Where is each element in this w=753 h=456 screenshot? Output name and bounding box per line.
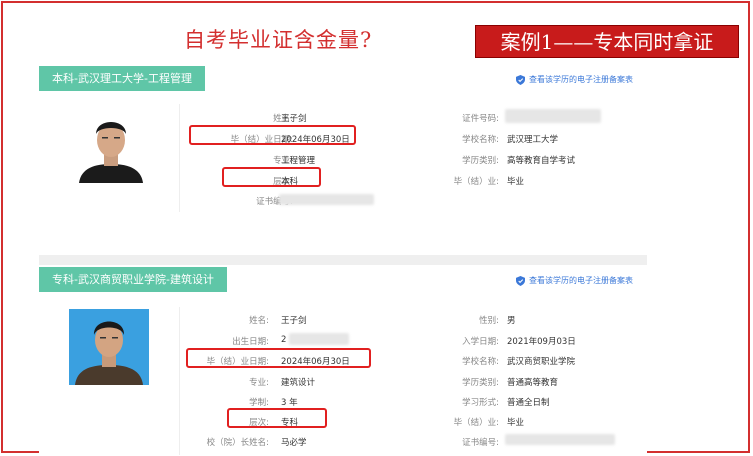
record-tab-bachelor[interactable]: 本科-武汉理工大学-工程管理: [39, 66, 205, 91]
type-value: 普通高等教育: [507, 378, 559, 388]
type-value: 高等教育自学考试: [507, 156, 576, 166]
cert-no-label: 证书编号:: [256, 197, 293, 207]
record-card-associate: 专科-武汉商贸职业学院-建筑设计 查看该学历的电子注册备案表 姓名: 王子剑 出…: [39, 267, 647, 456]
verify-link[interactable]: 查看该学历的电子注册备案表: [516, 275, 633, 286]
record-card-bachelor: 本科-武汉理工大学-工程管理 查看该学历的电子注册备案表 姓名: 王子剑 毕（结…: [39, 66, 647, 259]
length-value: 3 年: [281, 398, 298, 408]
school-label: 学校名称:: [462, 357, 499, 367]
name-label: 姓名:: [249, 316, 269, 326]
status-label: 毕（结）业:: [453, 177, 499, 187]
redacted-birth: [289, 333, 349, 345]
verify-link-label: 查看该学历的电子注册备案表: [529, 75, 633, 84]
record-tab-associate[interactable]: 专科-武汉商贸职业学院-建筑设计: [39, 267, 227, 292]
redacted-cert-no: [279, 194, 374, 205]
mode-value: 普通全日制: [507, 398, 550, 408]
gender-value: 男: [507, 316, 516, 326]
case-banner: 案例1——专本同时拿证: [475, 25, 739, 58]
student-photo: [69, 309, 149, 385]
highlight-level: [222, 167, 321, 187]
name-value: 王子剑: [281, 316, 307, 326]
president-value: 马必学: [281, 438, 307, 448]
redacted-cert-no: [505, 434, 615, 445]
student-photo: [71, 110, 151, 183]
redacted-id: [505, 109, 601, 123]
verify-link-label: 查看该学历的电子注册备案表: [529, 276, 633, 285]
highlight-level: [227, 408, 327, 428]
status-label: 毕（结）业:: [453, 418, 499, 428]
id-label: 证件号码:: [462, 114, 499, 124]
birth-label: 出生日期:: [232, 337, 269, 347]
shield-icon: [516, 74, 525, 85]
birth-value: 2: [281, 335, 287, 345]
status-value: 毕业: [507, 177, 525, 187]
card-separator: [39, 255, 647, 265]
name-value: 王子剑: [281, 114, 307, 124]
highlight-grad-date: [186, 348, 371, 368]
length-label: 学制:: [249, 398, 269, 408]
school-value: 武汉理工大学: [507, 135, 559, 145]
gender-label: 性别:: [479, 316, 499, 326]
status-value: 毕业: [507, 418, 525, 428]
major-value: 建筑设计: [281, 378, 316, 388]
school-label: 学校名称:: [462, 135, 499, 145]
enroll-label: 入学日期:: [462, 337, 499, 347]
major-label: 专业:: [249, 378, 269, 388]
type-label: 学历类别:: [462, 156, 499, 166]
headline: 自考毕业证含金量?: [184, 28, 373, 52]
president-label: 校（院）长姓名:: [206, 438, 269, 448]
name-label: 姓名:: [273, 114, 293, 124]
shield-icon: [516, 275, 525, 286]
mode-label: 学习形式:: [462, 398, 499, 408]
enroll-value: 2021年09月03日: [507, 337, 576, 347]
cert-no-label: 证书编号:: [462, 438, 499, 448]
type-label: 学历类别:: [462, 378, 499, 388]
column-divider: [179, 104, 180, 212]
school-value: 武汉商贸职业学院: [507, 357, 576, 367]
highlight-grad-date: [189, 125, 356, 145]
major-label: 专业:: [273, 156, 293, 166]
major-value: 工程管理: [281, 156, 316, 166]
verify-link[interactable]: 查看该学历的电子注册备案表: [516, 74, 633, 85]
